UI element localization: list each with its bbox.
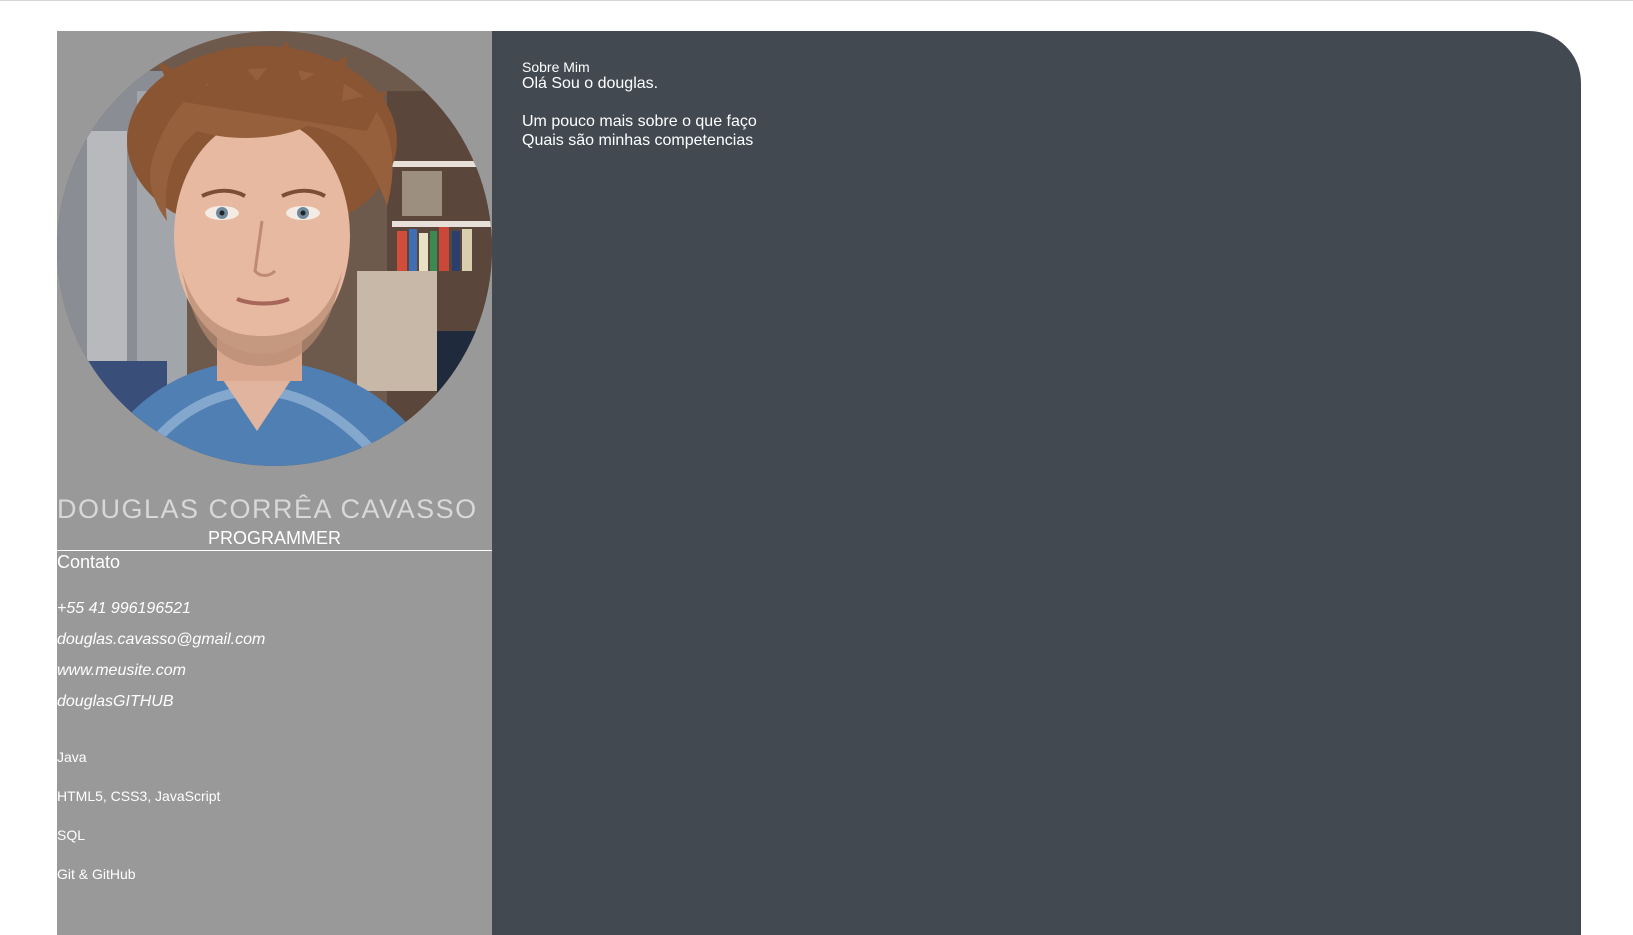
profile-name: DOUGLAS CORRÊA CAVASSO bbox=[57, 494, 478, 524]
contact-list: +55 41 996196521 douglas.cavasso@gmail.c… bbox=[57, 599, 265, 723]
page-top-border bbox=[0, 0, 1633, 1]
about-skills-title: Quais são minhas competencias bbox=[522, 132, 754, 149]
skill-item: HTML5, CSS3, JavaScript bbox=[57, 788, 221, 804]
about-more-text: Um pouco mais sobre o que faço bbox=[522, 113, 757, 130]
skill-item: Java bbox=[57, 749, 87, 765]
contact-phone: +55 41 996196521 bbox=[57, 600, 191, 617]
skill-item: SQL bbox=[57, 827, 86, 843]
contact-github: douglasGITHUB bbox=[57, 693, 174, 710]
skill-item: Git & GitHub bbox=[57, 866, 136, 882]
contact-website: www.meusite.com bbox=[57, 662, 186, 679]
contact-email: douglas.cavasso@gmail.com bbox=[57, 631, 266, 648]
about-greeting: Olá Sou o douglas. bbox=[522, 75, 659, 92]
contact-heading: Contato bbox=[57, 552, 121, 572]
about-panel: Sobre Mim Olá Sou o douglas. Um pouco ma… bbox=[492, 31, 1581, 935]
profile-role: PROGRAMMER bbox=[207, 528, 341, 548]
about-heading: Sobre Mim bbox=[522, 59, 590, 75]
profile-sidebar: DOUGLAS CORRÊA CAVASSO PROGRAMMER Contat… bbox=[57, 31, 492, 935]
sidebar-divider bbox=[57, 550, 492, 551]
profile-photo bbox=[57, 31, 492, 466]
skills-list: Java HTML5, CSS3, JavaScript SQL Git & G… bbox=[57, 748, 220, 904]
